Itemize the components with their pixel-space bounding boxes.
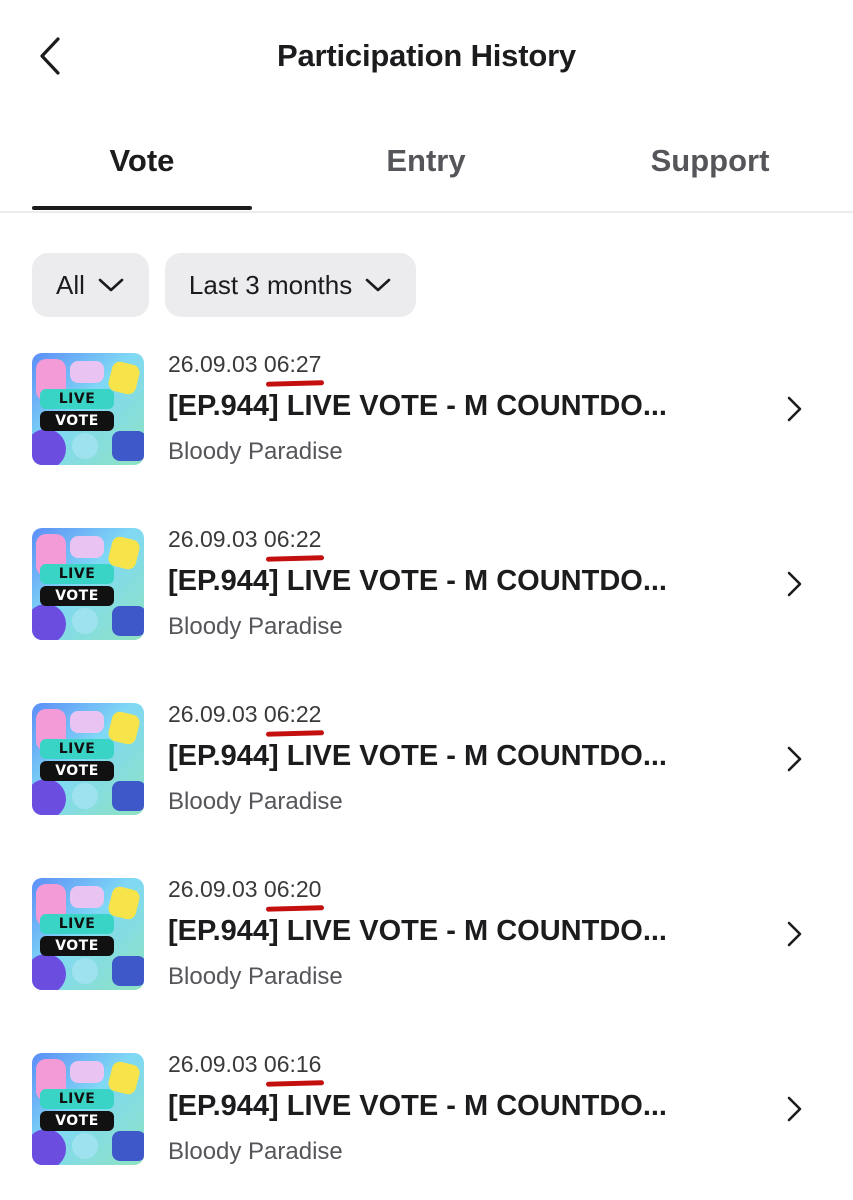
list-item[interactable]: LIVE VOTE 26.09.03 06:27 [EP.944] LIVE V… xyxy=(0,337,853,512)
item-date: 26.09.03 xyxy=(168,876,258,902)
category-filter-label: All xyxy=(56,269,85,300)
thumbnail-live-text: LIVE xyxy=(40,914,114,934)
chevron-down-icon xyxy=(98,278,124,292)
tab-support[interactable]: Support xyxy=(568,143,852,179)
item-title: [EP.944] LIVE VOTE - M COUNTDO... xyxy=(168,565,667,597)
item-date: 26.09.03 xyxy=(168,351,258,377)
item-timestamp: 26.09.03 06:16 xyxy=(168,1051,321,1078)
list-item[interactable]: LIVE VOTE 26.09.03 06:22 [EP.944] LIVE V… xyxy=(0,512,853,687)
live-vote-thumbnail: LIVE VOTE xyxy=(32,353,144,465)
page-title: Participation History xyxy=(277,38,576,73)
thumbnail-live-text: LIVE xyxy=(40,564,114,584)
item-timestamp: 26.09.03 06:22 xyxy=(168,526,321,553)
item-artist: Bloody Paradise xyxy=(168,963,343,990)
item-title: [EP.944] LIVE VOTE - M COUNTDO... xyxy=(168,915,667,947)
active-tab-indicator xyxy=(32,206,252,210)
thumbnail-live-text: LIVE xyxy=(40,1089,114,1109)
thumbnail-vote-text: VOTE xyxy=(40,761,114,781)
chevron-right-icon xyxy=(780,393,808,425)
item-date: 26.09.03 xyxy=(168,1051,258,1077)
header: Participation History xyxy=(0,0,853,115)
item-title: [EP.944] LIVE VOTE - M COUNTDO... xyxy=(168,740,667,772)
chevron-right-icon xyxy=(780,743,808,775)
chevron-right-icon xyxy=(780,568,808,600)
live-vote-thumbnail: LIVE VOTE xyxy=(32,1053,144,1165)
vote-history-list: LIVE VOTE 26.09.03 06:27 [EP.944] LIVE V… xyxy=(0,337,853,1200)
item-time: 06:22 xyxy=(263,526,322,552)
chevron-right-icon xyxy=(780,1093,808,1125)
list-item[interactable]: LIVE VOTE 26.09.03 06:22 [EP.944] LIVE V… xyxy=(0,687,853,862)
tab-vote[interactable]: Vote xyxy=(0,143,284,179)
item-artist: Bloody Paradise xyxy=(168,613,343,640)
item-timestamp: 26.09.03 06:27 xyxy=(168,351,321,378)
live-vote-thumbnail: LIVE VOTE xyxy=(32,878,144,990)
thumbnail-vote-text: VOTE xyxy=(40,411,114,431)
item-time: 06:27 xyxy=(263,351,322,377)
thumbnail-vote-text: VOTE xyxy=(40,1111,114,1131)
thumbnail-vote-text: VOTE xyxy=(40,936,114,956)
thumbnail-live-text: LIVE xyxy=(40,739,114,759)
period-filter-label: Last 3 months xyxy=(188,269,353,300)
list-item[interactable]: LIVE VOTE 26.09.03 06:20 [EP.944] LIVE V… xyxy=(0,862,853,1037)
list-item[interactable]: LIVE VOTE 26.09.03 06:16 [EP.944] LIVE V… xyxy=(0,1037,853,1200)
item-title: [EP.944] LIVE VOTE - M COUNTDO... xyxy=(168,390,667,422)
item-date: 26.09.03 xyxy=(168,701,258,727)
filter-bar: All Last 3 months xyxy=(32,253,417,317)
chevron-down-icon xyxy=(365,278,391,292)
item-date: 26.09.03 xyxy=(168,526,258,552)
item-time: 06:20 xyxy=(263,876,322,902)
category-filter-dropdown[interactable]: All xyxy=(32,253,149,317)
item-artist: Bloody Paradise xyxy=(168,1138,343,1165)
thumbnail-vote-text: VOTE xyxy=(40,586,114,606)
item-timestamp: 26.09.03 06:20 xyxy=(168,876,321,903)
live-vote-thumbnail: LIVE VOTE xyxy=(32,703,144,815)
item-time: 06:16 xyxy=(263,1051,322,1077)
period-filter-dropdown[interactable]: Last 3 months xyxy=(164,253,417,317)
item-artist: Bloody Paradise xyxy=(168,788,343,815)
tab-entry[interactable]: Entry xyxy=(284,143,568,179)
item-timestamp: 26.09.03 06:22 xyxy=(168,701,321,728)
item-time: 06:22 xyxy=(263,701,322,727)
thumbnail-live-text: LIVE xyxy=(40,389,114,409)
chevron-right-icon xyxy=(780,918,808,950)
tab-bar: Vote Entry Support xyxy=(0,115,853,213)
live-vote-thumbnail: LIVE VOTE xyxy=(32,528,144,640)
item-artist: Bloody Paradise xyxy=(168,438,343,465)
item-title: [EP.944] LIVE VOTE - M COUNTDO... xyxy=(168,1090,667,1122)
